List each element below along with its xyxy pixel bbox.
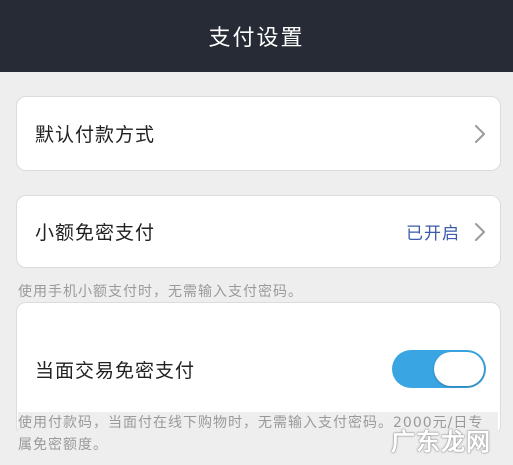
toggle-knob xyxy=(434,352,484,386)
default-payment-row[interactable]: 默认付款方式 xyxy=(16,96,501,171)
face-to-face-label: 当面交易免密支付 xyxy=(35,359,196,382)
chevron-right-icon xyxy=(474,124,486,144)
title-bar: 支付设置 xyxy=(0,0,513,72)
small-amount-note: 使用手机小额支付时，无需输入支付密码。 xyxy=(18,284,303,300)
default-payment-label: 默认付款方式 xyxy=(35,124,156,146)
watermark-logo: 广东龙网 xyxy=(391,428,491,456)
small-amount-label: 小额免密支付 xyxy=(35,222,156,244)
face-to-face-toggle[interactable] xyxy=(392,350,486,388)
page-title: 支付设置 xyxy=(208,26,305,51)
small-amount-row[interactable]: 小额免密支付 已开启 xyxy=(16,195,501,268)
chevron-right-icon xyxy=(474,222,486,242)
status-badge: 已开启 xyxy=(406,224,460,244)
